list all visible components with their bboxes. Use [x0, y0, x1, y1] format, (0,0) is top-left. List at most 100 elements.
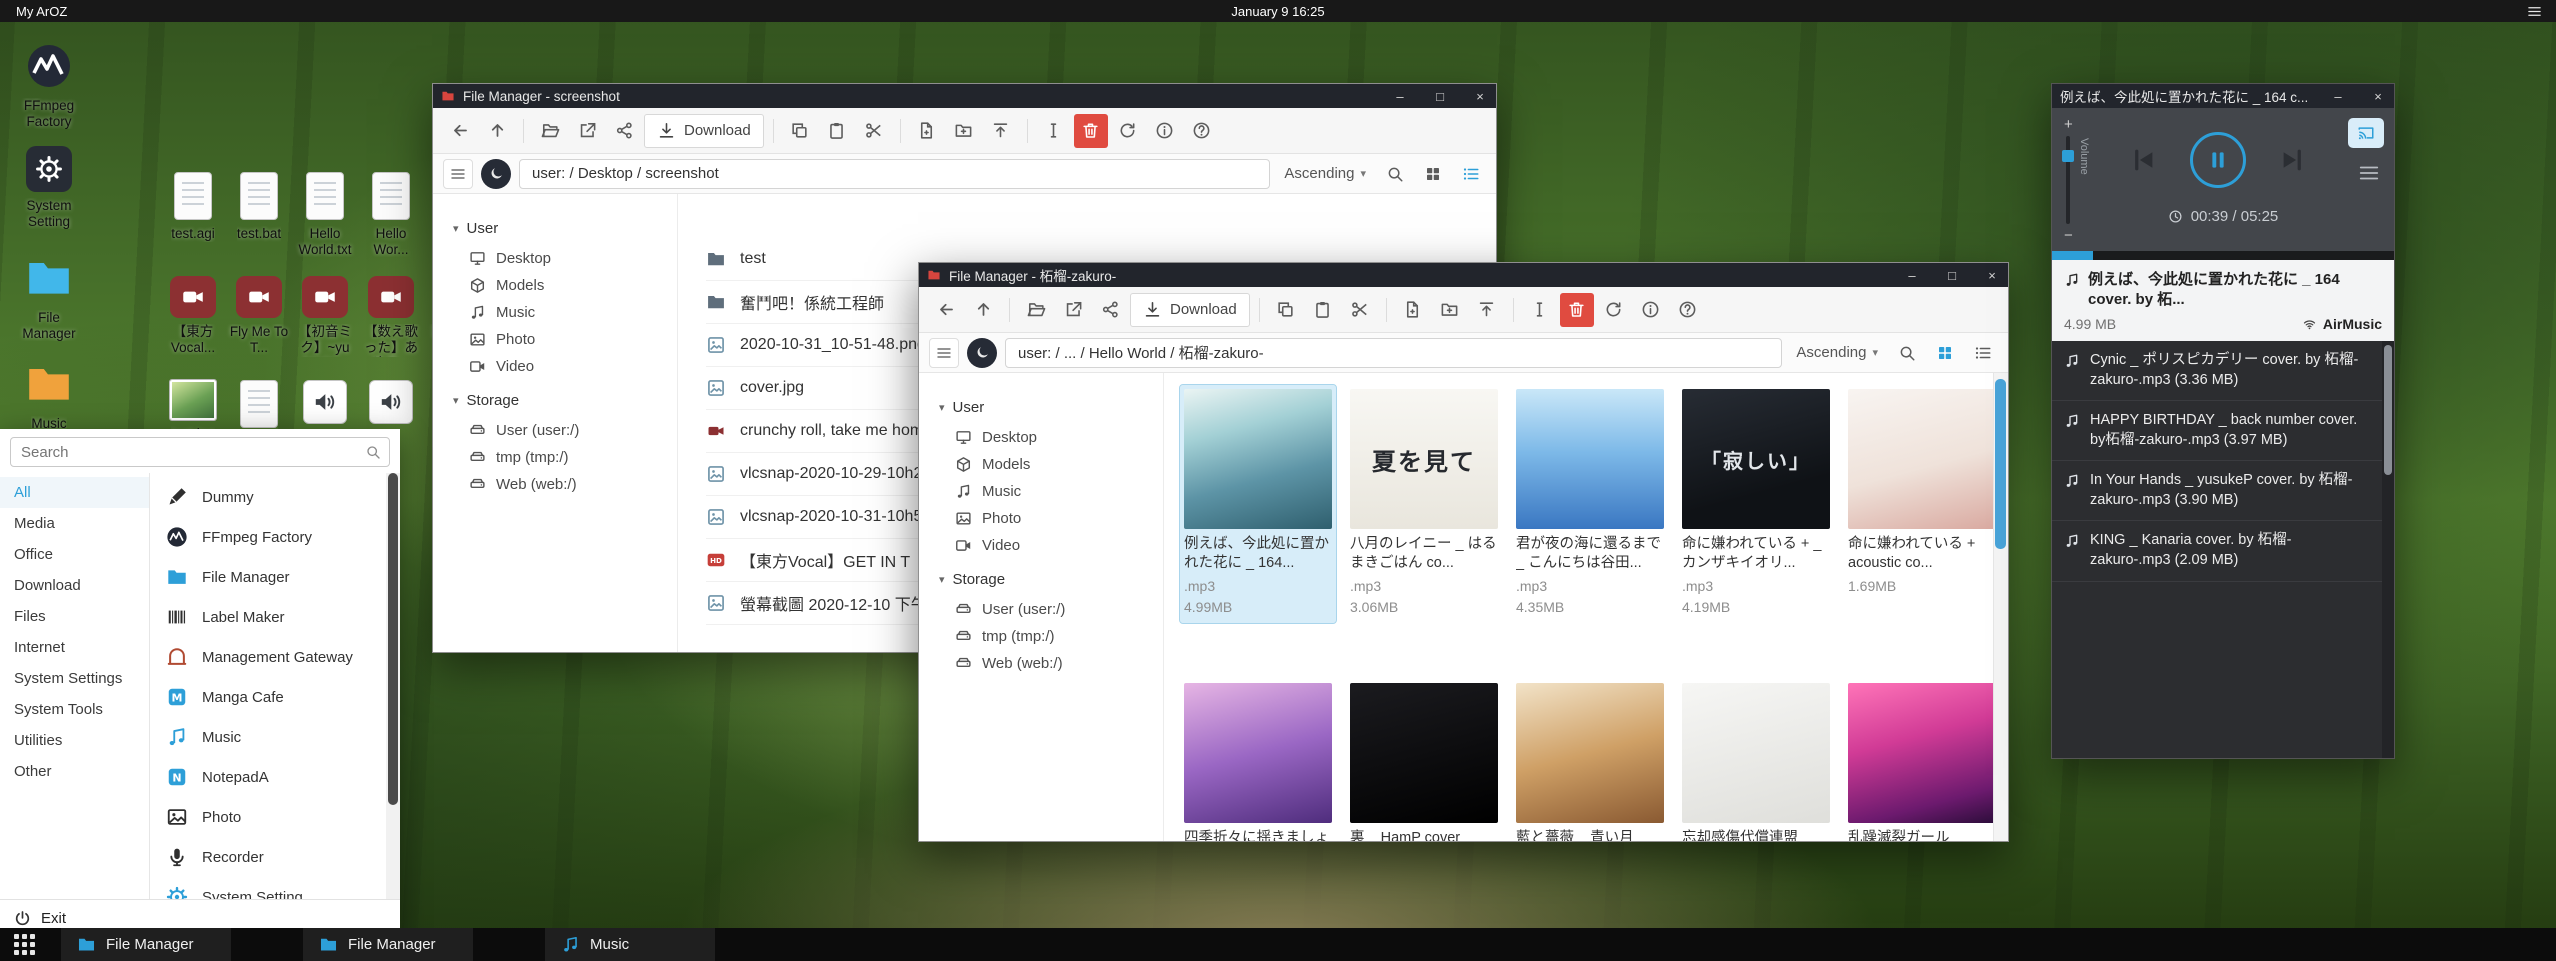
sidebar-item[interactable]: Desktop [453, 245, 677, 272]
sidebar-item[interactable]: Photo [939, 505, 1163, 532]
refresh[interactable] [1111, 114, 1145, 148]
maximize-button[interactable]: □ [1936, 263, 1968, 287]
openfolder[interactable] [533, 114, 567, 148]
trash[interactable] [1560, 293, 1594, 327]
search-input[interactable] [10, 437, 390, 467]
minimize-button[interactable]: – [1896, 263, 1928, 287]
paste[interactable] [1306, 293, 1340, 327]
close-button[interactable]: × [2362, 84, 2394, 108]
start-menu-category[interactable]: Files [0, 601, 149, 632]
start-menu-app[interactable]: Dummy [150, 477, 386, 517]
desktop-file-icon[interactable]: test.agi [160, 172, 226, 276]
newfile[interactable] [910, 114, 944, 148]
start-menu-app[interactable]: FFmpeg Factory [150, 517, 386, 557]
start-menu-app[interactable]: Photo [150, 797, 386, 837]
sidebar-item[interactable]: Video [939, 532, 1163, 559]
sidebar-item[interactable]: Models [453, 272, 677, 299]
sidebar-section-user[interactable]: User [453, 220, 677, 237]
start-menu-category[interactable]: Other [0, 756, 149, 787]
start-menu-category[interactable]: Utilities [0, 725, 149, 756]
desktop-file-icon[interactable]: Hello World.txt [292, 172, 358, 276]
grid-item[interactable]: 例えば、今此処に置かれた花に _ 164... .mp3 4.99MB [1180, 385, 1336, 623]
previous-track-button[interactable] [2128, 145, 2158, 175]
sidebar-item[interactable]: Music [939, 478, 1163, 505]
rename[interactable] [1523, 293, 1557, 327]
start-menu-app[interactable]: Manga Cafe [150, 677, 386, 717]
playlist-item[interactable]: KING _ Kanaria cover. by 柘榴-zakuro-.mp3 … [2052, 521, 2394, 581]
grid-view-button[interactable] [1418, 159, 1448, 189]
grid-view-button[interactable] [1930, 338, 1960, 368]
newfolder[interactable] [1433, 293, 1467, 327]
start-menu-category[interactable]: Office [0, 539, 149, 570]
start-menu-app[interactable]: System Setting [150, 877, 386, 899]
help[interactable] [1671, 293, 1705, 327]
scrollbar-thumb[interactable] [388, 473, 398, 805]
grid-item[interactable]: 四季折々に揺きましょう [1180, 679, 1336, 841]
taskbar-button[interactable]: File Manager [61, 928, 231, 961]
desktop-file-icon[interactable]: Fly Me To T... [226, 276, 292, 380]
newfolder[interactable] [947, 114, 981, 148]
start-menu-category[interactable]: Internet [0, 632, 149, 663]
close-button[interactable]: × [1976, 263, 2008, 287]
window-titlebar[interactable]: File Manager - 柘榴-zakuro- – □ × [919, 263, 2008, 287]
search-button[interactable] [1892, 338, 1922, 368]
start-menu-category[interactable]: System Settings [0, 663, 149, 694]
sidebar-section-storage[interactable]: Storage [453, 392, 677, 409]
dark-mode-toggle[interactable] [967, 338, 997, 368]
grid-item[interactable]: 「寂しい」 命に嫌われている + _ カンザキイオリ... .mp3 4.19M… [1678, 385, 1834, 623]
desktop-file-icon[interactable]: test.bat [226, 172, 292, 276]
next-track-button[interactable] [2278, 145, 2308, 175]
volume-minus[interactable]: − [2064, 227, 2073, 244]
start-menu-category[interactable]: Media [0, 508, 149, 539]
taskbar-button[interactable]: File Manager [303, 928, 473, 961]
up[interactable] [480, 114, 514, 148]
sort-dropdown[interactable]: Ascending▾ [1796, 344, 1878, 361]
cut[interactable] [857, 114, 891, 148]
openfolder[interactable] [1019, 293, 1053, 327]
start-menu-app[interactable]: Label Maker [150, 597, 386, 637]
newfile[interactable] [1396, 293, 1430, 327]
sidebar-section-storage[interactable]: Storage [939, 571, 1163, 588]
seek-bar[interactable] [2052, 251, 2394, 260]
desktop-file-icon[interactable]: Hello Wor... [358, 172, 424, 276]
start-menu-app[interactable]: Management Gateway [150, 637, 386, 677]
cast-button[interactable] [2348, 118, 2384, 148]
volume-thumb[interactable] [2062, 150, 2074, 162]
sidebar-item[interactable]: Video [453, 353, 677, 380]
info[interactable] [1148, 114, 1182, 148]
download[interactable]: Download [644, 114, 764, 148]
list-view-button[interactable] [1456, 159, 1486, 189]
info[interactable] [1634, 293, 1668, 327]
sidebar-toggle-button[interactable] [929, 338, 959, 368]
desktop-app-icon[interactable]: FFmpeg Factory [13, 40, 85, 146]
sidebar-item[interactable]: Desktop [939, 424, 1163, 451]
grid-item[interactable]: 夏を見て 八月のレイニー _ はるまきごはん co... .mp3 3.06MB [1346, 385, 1502, 623]
cut[interactable] [1343, 293, 1377, 327]
scrollbar[interactable] [1993, 373, 2008, 841]
start-menu-category[interactable]: All [0, 477, 149, 508]
grid-item[interactable]: 忘却感傷代償連盟 [1678, 679, 1834, 841]
window-titlebar[interactable]: File Manager - screenshot – □ × [433, 84, 1496, 108]
copy[interactable] [783, 114, 817, 148]
share[interactable] [607, 114, 641, 148]
desktop-app-icon[interactable]: System Setting [13, 146, 85, 252]
grid-item[interactable]: 君が夜の海に還るまで _ こんにちは谷田... .mp3 4.35MB [1512, 385, 1668, 623]
scrollbar-thumb[interactable] [2384, 345, 2392, 475]
trash[interactable] [1074, 114, 1108, 148]
minimize-button[interactable]: – [1384, 84, 1416, 108]
scrollbar-thumb[interactable] [1995, 379, 2006, 549]
taskbar-button[interactable]: Music [545, 928, 715, 961]
sidebar-item[interactable]: Music [453, 299, 677, 326]
start-menu-app[interactable]: File Manager [150, 557, 386, 597]
start-menu-category[interactable]: System Tools [0, 694, 149, 725]
upload[interactable] [1470, 293, 1504, 327]
search-button[interactable] [1380, 159, 1410, 189]
volume-plus[interactable]: + [2064, 116, 2073, 133]
up[interactable] [966, 293, 1000, 327]
start-button[interactable] [14, 934, 35, 955]
playlist-item[interactable]: Cynic _ ポリスピカデリー cover. by 柘榴-zakuro-.mp… [2052, 341, 2394, 401]
sort-dropdown[interactable]: Ascending▾ [1284, 165, 1366, 182]
aroz-brand[interactable]: My ArOZ [0, 4, 83, 19]
start-menu-app[interactable]: Recorder [150, 837, 386, 877]
playlist-scrollbar[interactable] [2382, 341, 2394, 758]
